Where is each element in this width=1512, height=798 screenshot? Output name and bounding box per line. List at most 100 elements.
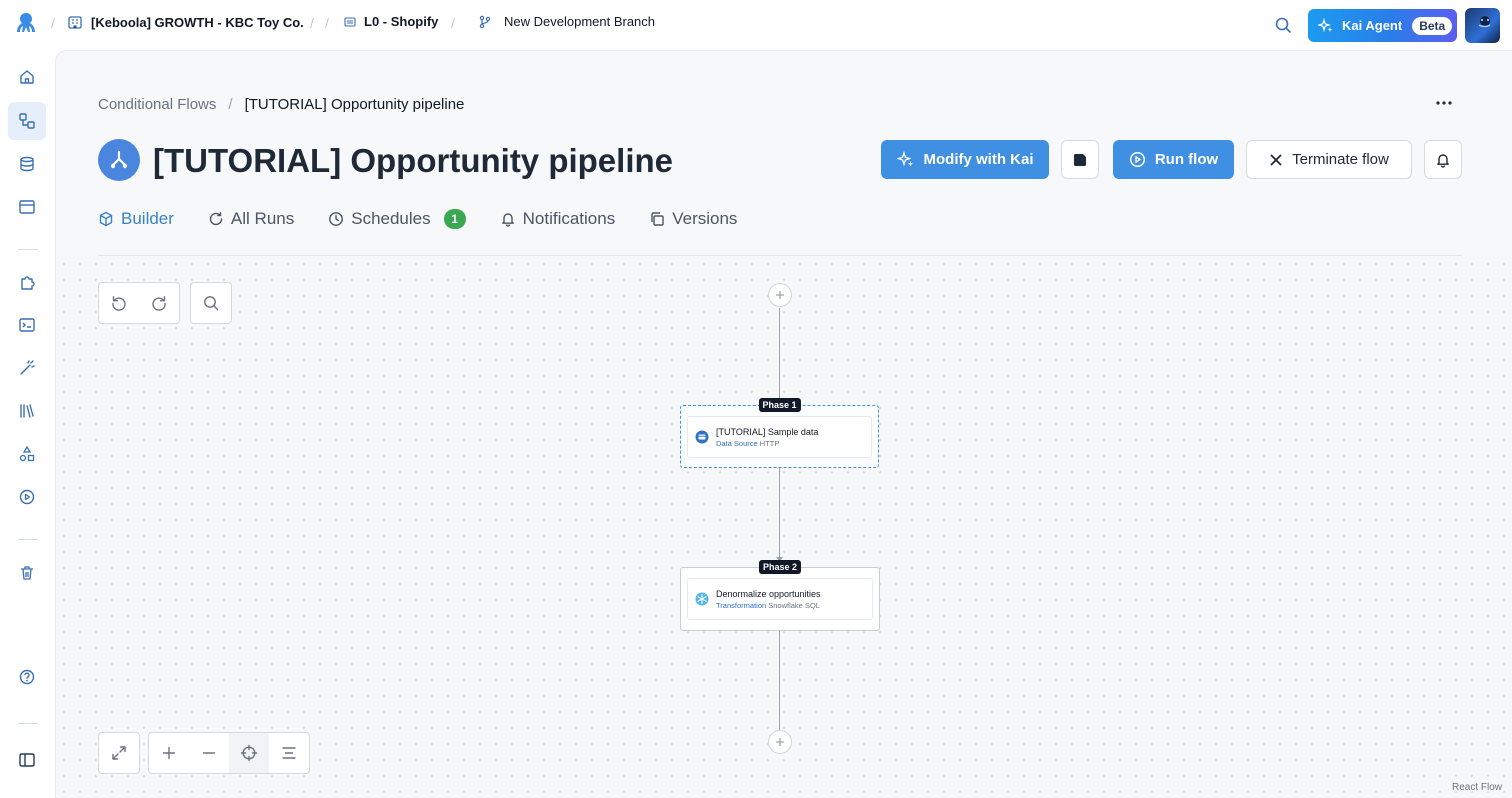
crosshair-icon	[240, 744, 258, 762]
zoom-in-button[interactable]	[149, 733, 189, 773]
puzzle-icon	[21, 276, 35, 290]
plus-icon	[162, 746, 176, 760]
sparkles-icon	[896, 150, 913, 167]
terminal-icon	[19, 318, 35, 332]
align-center-icon	[282, 747, 296, 759]
tab-builder[interactable]: Builder	[98, 209, 174, 229]
fullscreen-toolbar	[98, 732, 140, 774]
kai-agent-label: Kai Agent	[1342, 18, 1403, 33]
add-phase-top-button[interactable]	[768, 283, 792, 307]
sidebar-item-components[interactable]	[8, 188, 46, 226]
search-icon[interactable]	[1273, 15, 1293, 35]
task-meta: Data Source HTTP	[716, 439, 818, 448]
plus-icon	[776, 738, 784, 746]
sidebar-item-library[interactable]	[8, 392, 46, 430]
sidebar-toggle-icon	[19, 753, 35, 767]
tab-all-runs-label: All Runs	[230, 209, 295, 228]
bell-icon	[1437, 153, 1449, 168]
keboola-logo-icon[interactable]	[14, 11, 38, 39]
undo-icon	[112, 296, 126, 311]
canvas-search-toolbar	[190, 282, 232, 324]
sidebar-item-terminal[interactable]	[8, 306, 46, 344]
beta-badge: Beta	[1412, 16, 1453, 35]
fit-view-button[interactable]	[229, 733, 269, 773]
run-flow-button[interactable]: Run flow	[1113, 140, 1234, 179]
notification-bell-button[interactable]	[1424, 140, 1462, 179]
add-phase-bottom-button[interactable]	[768, 730, 792, 754]
tab-schedules-label: Schedules	[351, 209, 431, 228]
sidebar-toggle[interactable]	[8, 741, 46, 779]
sidebar-item-storage[interactable]	[8, 145, 46, 183]
redo-icon	[152, 296, 166, 311]
breadcrumb-separator: /	[310, 15, 314, 31]
sidebar-item-shapes[interactable]	[8, 435, 46, 473]
sparkles-icon	[1318, 17, 1333, 32]
folder-selector[interactable]: L0 - Shopify	[344, 14, 438, 29]
user-avatar[interactable]	[1465, 8, 1500, 43]
library-icon	[20, 404, 34, 418]
sidebar-item-trash[interactable]	[8, 554, 46, 592]
undo-button[interactable]	[99, 283, 139, 323]
auto-layout-button[interactable]	[269, 733, 309, 773]
magic-wand-icon	[20, 360, 35, 375]
task-meta: Transformation Snowflake SQL	[716, 601, 821, 610]
avatar-image	[1478, 16, 1491, 28]
sidebar-item-help[interactable]	[8, 658, 46, 696]
modify-with-kai-label: Modify with Kai	[923, 151, 1034, 168]
sidebar	[0, 50, 55, 798]
canvas-search-button[interactable]	[191, 283, 231, 323]
task-name: Denormalize opportunities	[716, 588, 821, 599]
tab-notifications-label: Notifications	[522, 209, 616, 228]
help-icon	[19, 669, 35, 685]
play-circle-icon	[1129, 151, 1145, 168]
sidebar-item-integrations[interactable]	[8, 263, 46, 301]
building-icon	[68, 16, 82, 29]
cube-icon	[99, 211, 113, 227]
tab-schedules[interactable]: Schedules 1	[328, 209, 466, 229]
tab-all-runs[interactable]: All Runs	[208, 209, 294, 229]
breadcrumb-separator: /	[451, 15, 455, 31]
breadcrumb-current: [TUTORIAL] Opportunity pipeline	[244, 96, 465, 113]
task-card[interactable]: Denormalize opportunities Transformation…	[687, 578, 873, 620]
save-button[interactable]	[1061, 140, 1099, 179]
redo-button[interactable]	[139, 283, 179, 323]
terminate-flow-button[interactable]: Terminate flow	[1246, 140, 1412, 179]
flow-canvas[interactable]: Phase 1 [TUTORIAL] Sample data Data Sour…	[56, 256, 1512, 798]
sidebar-divider	[18, 539, 38, 540]
task-card[interactable]: [TUTORIAL] Sample data Data Source HTTP	[687, 416, 872, 458]
flow-edge	[779, 308, 780, 405]
flow-edge	[779, 631, 780, 730]
task-type: Transformation	[716, 600, 767, 610]
sidebar-item-flows[interactable]	[8, 102, 46, 140]
breadcrumb-parent-link[interactable]: Conditional Flows	[98, 96, 216, 113]
expand-icon	[112, 746, 126, 760]
sidebar-item-jobs[interactable]	[8, 478, 46, 516]
tab-versions[interactable]: Versions	[649, 209, 737, 229]
branch-selector[interactable]: New Development Branch	[478, 14, 655, 29]
phase-1-node[interactable]: Phase 1 [TUTORIAL] Sample data Data Sour…	[680, 398, 879, 468]
snowflake-icon	[695, 592, 709, 606]
storage-icon	[20, 156, 34, 172]
phase-label: Phase 2	[758, 560, 802, 574]
top-bar: / [Keboola] GROWTH - KBC Toy Co. / / L0 …	[0, 0, 1512, 50]
task-type: Data Source	[716, 438, 758, 448]
zoom-out-button[interactable]	[189, 733, 229, 773]
git-branch-icon	[479, 15, 491, 28]
kai-agent-button[interactable]: Kai Agent Beta	[1308, 9, 1457, 42]
tab-notifications[interactable]: Notifications	[500, 209, 616, 229]
phase-label: Phase 1	[758, 398, 801, 412]
modify-with-kai-button[interactable]: Modify with Kai	[881, 140, 1049, 179]
sidebar-item-magic[interactable]	[8, 349, 46, 387]
breadcrumb-separator: /	[51, 15, 55, 31]
more-options-button[interactable]	[1432, 93, 1456, 113]
fullscreen-button[interactable]	[99, 733, 139, 773]
react-flow-attribution[interactable]: React Flow	[1452, 782, 1502, 793]
project-selector[interactable]: [Keboola] GROWTH - KBC Toy Co.	[67, 14, 304, 30]
phase-2-node[interactable]: Phase 2 Denormalize opportunities Transf…	[680, 560, 880, 631]
terminate-flow-label: Terminate flow	[1292, 151, 1389, 168]
flows-icon	[19, 113, 35, 129]
trash-icon	[21, 566, 33, 580]
sidebar-item-home[interactable]	[8, 58, 46, 96]
tab-versions-label: Versions	[672, 209, 738, 228]
bell-icon	[501, 213, 514, 227]
